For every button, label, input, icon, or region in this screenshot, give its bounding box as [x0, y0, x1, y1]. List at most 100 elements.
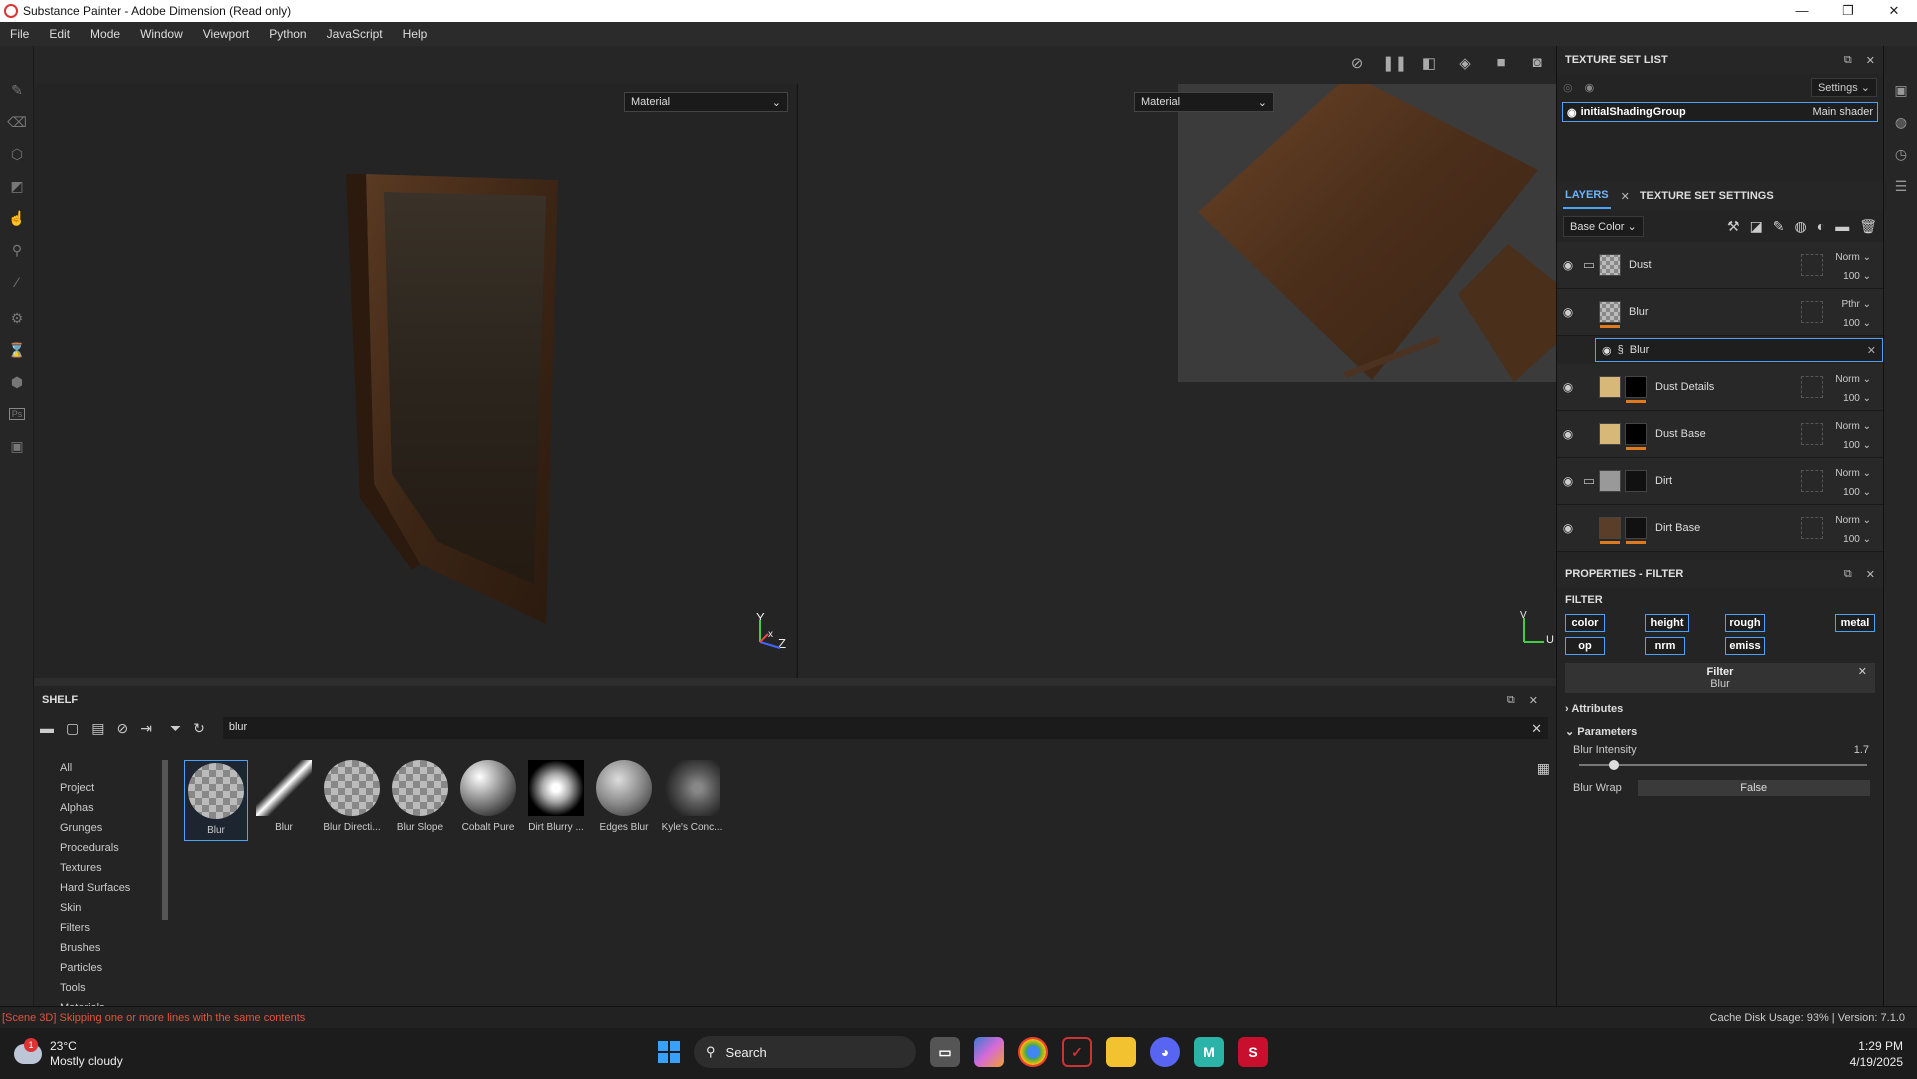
category-scrollbar[interactable] — [162, 760, 168, 920]
add-fill-layer-icon[interactable]: ◍ — [1795, 218, 1807, 235]
screenshot-icon[interactable]: ◙ — [1526, 54, 1548, 72]
shelf-item[interactable]: Edges Blur — [592, 760, 656, 841]
task-view-icon[interactable]: ▭ — [930, 1037, 960, 1067]
eye-icon[interactable]: ◉ — [1557, 258, 1579, 272]
channel-color-button[interactable]: color — [1565, 614, 1605, 632]
viewport-splitter[interactable] — [34, 678, 1556, 686]
folder-icon[interactable]: ▬ — [40, 720, 54, 736]
eraser-icon[interactable]: ⌫ — [0, 106, 34, 138]
substance-painter-icon[interactable]: S — [1238, 1037, 1268, 1067]
eye-icon[interactable]: ◉ — [1557, 427, 1579, 441]
maya-icon[interactable]: M — [1194, 1037, 1224, 1067]
category-item[interactable]: Filters — [34, 918, 174, 938]
viewport-2d-mode-select[interactable]: Material ⌄ — [1134, 92, 1274, 112]
filter-resource-box[interactable]: Filter Blur ✕ — [1565, 663, 1875, 693]
texture-set-item[interactable]: ◉ initialShadingGroup Main shader — [1562, 102, 1878, 122]
layer-row[interactable]: ◉ Dirt Base Norm ⌄ 100 ⌄ — [1557, 505, 1883, 552]
eye-icon[interactable]: ◉ — [1602, 344, 1612, 357]
category-item[interactable]: Hard Surfaces — [34, 878, 174, 898]
blend-mode[interactable]: Norm ⌄ 100 ⌄ — [1835, 511, 1871, 549]
category-item[interactable]: Particles — [34, 958, 174, 978]
shader-settings-icon[interactable]: ◍ — [1884, 106, 1917, 138]
layer-row[interactable]: ◉ ▭ Dirt Norm ⌄ 100 ⌄ — [1557, 458, 1883, 505]
copilot-icon[interactable] — [974, 1037, 1004, 1067]
history-icon[interactable]: ◷ — [1884, 138, 1917, 170]
layer-row[interactable]: ◉ Dust Details Norm ⌄ 100 ⌄ — [1557, 364, 1883, 411]
float-panel-icon[interactable]: ⧉ — [1844, 54, 1852, 67]
blend-mode[interactable]: Norm ⌄ 100 ⌄ — [1835, 248, 1871, 286]
pause-icon[interactable]: ❚❚ — [1382, 54, 1407, 72]
hide-ui-icon[interactable]: ⊘ — [1346, 54, 1368, 72]
category-item[interactable]: Brushes — [34, 938, 174, 958]
channel-nrm-button[interactable]: nrm — [1645, 637, 1685, 655]
tab-texture-set-settings[interactable]: TEXTURE SET SETTINGS — [1640, 190, 1774, 202]
photoshop-export-icon[interactable]: Ps — [0, 398, 34, 430]
geometry-fill-icon[interactable]: ◩ — [0, 170, 34, 202]
menu-file[interactable]: File — [0, 27, 39, 41]
mask-slot[interactable] — [1801, 470, 1823, 492]
shelf-item[interactable]: Blur — [184, 760, 248, 841]
camera-icon[interactable]: ■ — [1490, 54, 1512, 72]
eye-icon[interactable]: ◉ — [1557, 474, 1579, 488]
category-item[interactable]: Skin — [34, 898, 174, 918]
menu-help[interactable]: Help — [393, 27, 438, 41]
save-icon[interactable]: ▤ — [91, 720, 104, 737]
add-folder-icon[interactable]: ▬ — [1835, 218, 1849, 235]
eye-icon[interactable]: ◉ — [1557, 380, 1579, 394]
menu-python[interactable]: Python — [259, 27, 316, 41]
float-panel-icon[interactable]: ⧉ — [1507, 694, 1515, 707]
eye-icon[interactable]: ◉ — [1557, 521, 1579, 535]
camera-export-icon[interactable]: ▣ — [0, 430, 34, 462]
shelf-item[interactable]: Kyle's Conc... — [660, 760, 724, 841]
shelf-item[interactable]: Blur Slope — [388, 760, 452, 841]
filter-icon[interactable]: ⏷ — [170, 720, 181, 737]
mask-slot[interactable] — [1801, 423, 1823, 445]
eye-icon[interactable]: ◉ — [1567, 106, 1577, 119]
channel-metal-button[interactable]: metal — [1835, 614, 1875, 632]
shelf-item[interactable]: Cobalt Pure — [456, 760, 520, 841]
paint-brush-icon[interactable]: ✎ — [0, 74, 34, 106]
close-panel-icon[interactable]: ✕ — [1529, 694, 1538, 707]
channel-emiss-button[interactable]: emiss — [1725, 637, 1765, 655]
category-item[interactable]: All — [34, 758, 174, 778]
hide-icon[interactable]: ⊘ — [116, 720, 128, 737]
clear-filter-icon[interactable]: ✕ — [1858, 665, 1867, 678]
blend-mode[interactable]: Norm ⌄ 100 ⌄ — [1835, 464, 1871, 502]
eye-icon[interactable]: ◉ — [1557, 305, 1579, 319]
taskbar-search[interactable]: ⚲ Search — [694, 1036, 916, 1068]
close-button[interactable]: ✕ — [1871, 3, 1917, 19]
system-clock[interactable]: 1:29 PM 4/19/2025 — [1850, 1038, 1903, 1070]
add-paint-layer-icon[interactable]: ✎ — [1773, 218, 1785, 235]
channel-height-button[interactable]: height — [1645, 614, 1689, 632]
add-smart-material-icon[interactable]: ◐ — [1817, 218, 1825, 235]
category-item[interactable]: Procedurals — [34, 838, 174, 858]
display-settings-icon[interactable]: ▣ — [1884, 74, 1917, 106]
smudge-icon[interactable]: ☝ — [0, 202, 34, 234]
layer-row[interactable]: ◉ Blur Pthr ⌄ 100 ⌄ — [1557, 289, 1883, 336]
mask-slot[interactable] — [1801, 376, 1823, 398]
view-mode-icon[interactable]: ◧ — [1418, 54, 1440, 72]
color-picker-icon[interactable]: ⁄ — [0, 266, 34, 298]
grid-view-icon[interactable]: ▦ — [1537, 760, 1550, 777]
blend-mode[interactable]: Pthr ⌄ 100 ⌄ — [1841, 295, 1871, 333]
parameters-section[interactable]: ⌄ Parameters — [1565, 725, 1875, 738]
attributes-section[interactable]: › Attributes — [1565, 703, 1875, 715]
blur-wrap-toggle[interactable]: False — [1637, 780, 1870, 796]
blend-mode[interactable]: Norm ⌄ 100 ⌄ — [1835, 370, 1871, 408]
mask-slot[interactable] — [1801, 254, 1823, 276]
category-item[interactable]: Textures — [34, 858, 174, 878]
chrome-icon[interactable] — [1018, 1037, 1048, 1067]
menu-mode[interactable]: Mode — [80, 27, 130, 41]
add-effect-icon[interactable]: ⚒ — [1727, 218, 1740, 235]
maximize-button[interactable]: ❐ — [1825, 3, 1871, 19]
weather-widget[interactable]: 1 23°C Mostly cloudy — [0, 1037, 123, 1069]
discord-icon[interactable]: ◕ — [1150, 1037, 1180, 1067]
bake-icon[interactable]: ⚙ — [0, 302, 34, 334]
menu-window[interactable]: Window — [130, 27, 193, 41]
projection-icon[interactable]: ⬡ — [0, 138, 34, 170]
blur-intensity-slider[interactable] — [1579, 760, 1867, 770]
menu-javascript[interactable]: JavaScript — [317, 27, 393, 41]
layer-row[interactable]: ◉ Dust Base Norm ⌄ 100 ⌄ — [1557, 411, 1883, 458]
blur-intensity-value[interactable]: 1.7 — [1854, 744, 1869, 756]
category-item[interactable]: Grunges — [34, 818, 174, 838]
